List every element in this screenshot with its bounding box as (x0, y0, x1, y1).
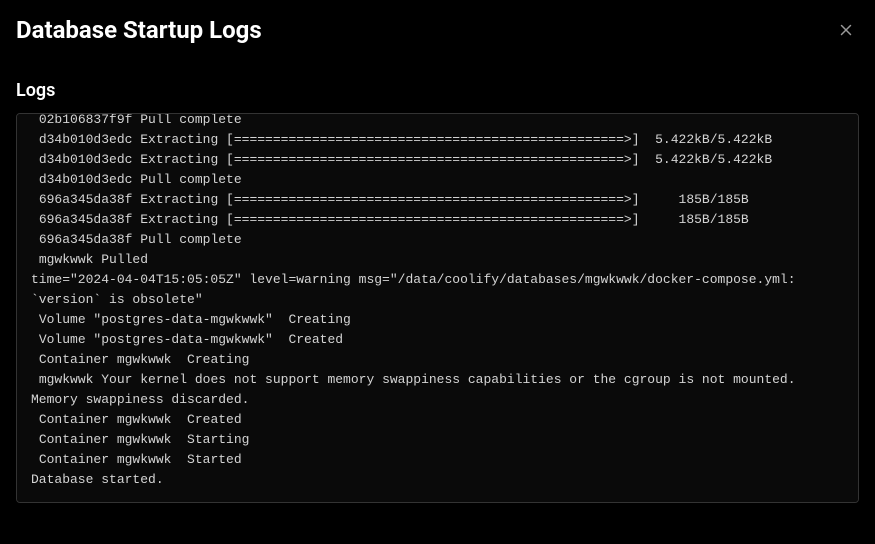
log-output-container[interactable]: 02b106837f9f Pull complete d34b010d3edc … (16, 113, 859, 503)
modal-header: Database Startup Logs (16, 16, 859, 44)
modal-title: Database Startup Logs (16, 16, 262, 44)
close-button[interactable] (833, 17, 859, 43)
close-icon (837, 21, 855, 39)
log-output: 02b106837f9f Pull complete d34b010d3edc … (31, 113, 844, 490)
logs-section-label: Logs (16, 80, 859, 101)
